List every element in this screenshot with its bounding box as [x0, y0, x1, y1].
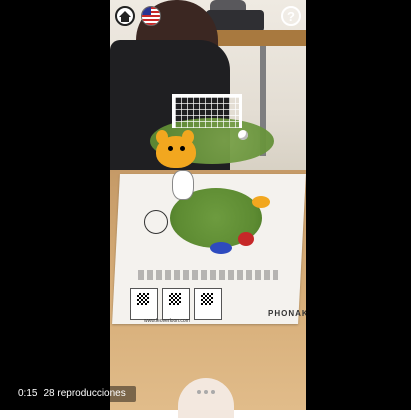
- dot-icon: [197, 390, 201, 394]
- dot-icon: [211, 390, 215, 394]
- video-player[interactable]: www.leoverloon.com PHONAK ? 0:15 28 repr…: [0, 0, 411, 418]
- us-flag-icon: [142, 7, 160, 25]
- ar-creature-small[interactable]: [172, 170, 194, 200]
- home-button[interactable]: [115, 6, 135, 26]
- bicycle-wheel-drawing: [144, 210, 168, 234]
- help-button[interactable]: ?: [281, 6, 301, 26]
- qr-code-icon: [169, 293, 181, 305]
- video-views: 28 reproducciones: [43, 388, 126, 399]
- video-time: 0:15: [18, 388, 38, 399]
- creature-eye: [168, 146, 173, 151]
- creature-body: [156, 136, 196, 168]
- character-shoe-blue: [210, 242, 232, 254]
- creature-eye: [180, 146, 185, 151]
- ar-camera-view[interactable]: www.leoverloon.com PHONAK: [110, 0, 306, 410]
- qr-code-icon: [137, 293, 149, 305]
- character-color-orange: [252, 196, 270, 208]
- ar-creature-orange[interactable]: [152, 128, 198, 170]
- sheet-text-lines: [138, 270, 278, 280]
- character-shirt-red: [238, 232, 254, 246]
- sheet-website: www.leoverloon.com: [144, 318, 190, 324]
- flag-canton: [142, 7, 151, 15]
- dot-icon: [204, 390, 208, 394]
- brand-logo: PHONAK: [268, 309, 306, 318]
- video-info-overlay: 0:15 28 reproducciones: [14, 386, 136, 402]
- qr-code-icon: [201, 293, 213, 305]
- soccer-goal: [172, 94, 242, 128]
- language-button[interactable]: [141, 6, 161, 26]
- soccer-ball[interactable]: [238, 130, 248, 140]
- home-icon-base: [121, 16, 129, 22]
